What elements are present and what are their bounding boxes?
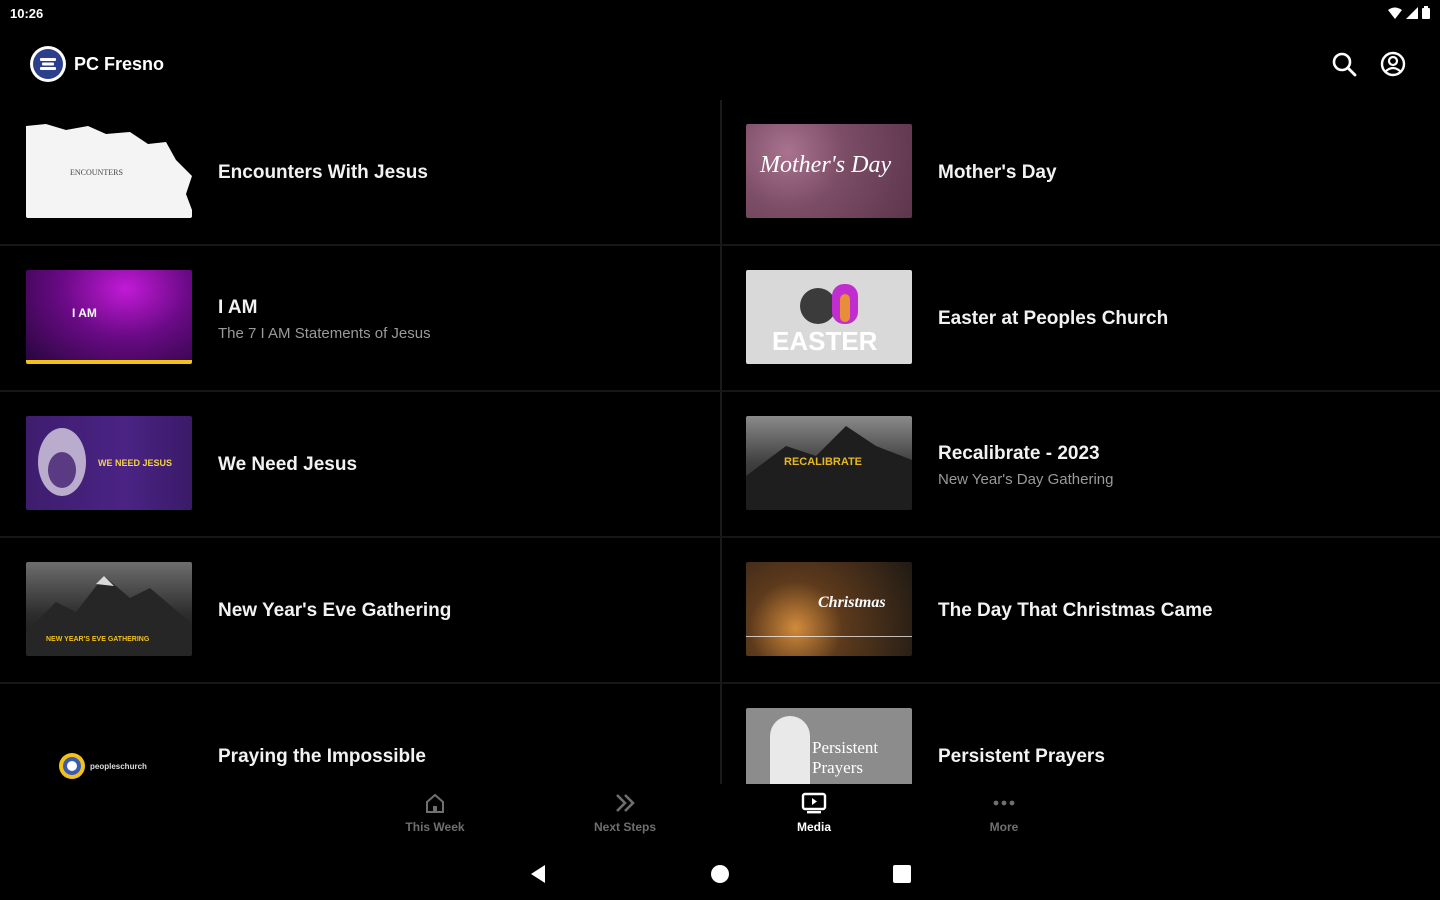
media-column-right: Mother's Day Mother's Day EASTER Easter … xyxy=(722,100,1440,784)
home-circle-icon xyxy=(711,865,729,883)
media-subtitle: New Year's Day Gathering xyxy=(938,470,1114,488)
media-item[interactable]: peopleschurch Praying the Impossible xyxy=(0,684,720,784)
media-thumbnail: Persistent Prayers xyxy=(746,708,912,784)
media-title: Encounters With Jesus xyxy=(218,162,428,183)
status-time: 10:26 xyxy=(10,6,44,21)
nav-media[interactable]: Media xyxy=(754,790,874,842)
nav-next-steps[interactable]: Next Steps xyxy=(565,790,685,842)
media-thumbnail: Mother's Day xyxy=(746,124,912,218)
account-button[interactable] xyxy=(1379,50,1407,78)
nav-label: Next Steps xyxy=(593,820,657,834)
media-thumbnail: ENCOUNTERS xyxy=(26,124,192,218)
more-dots-icon xyxy=(993,800,1015,806)
thumbnail-text: I AM xyxy=(72,306,97,320)
wifi-icon xyxy=(1388,7,1402,19)
double-chevron-icon xyxy=(616,794,635,812)
media-thumbnail: I AM xyxy=(26,270,192,364)
thumbnail-text: WE NEED JESUS xyxy=(98,458,173,468)
nav-label: Media xyxy=(796,820,831,834)
status-bar: 10:26 xyxy=(0,0,1440,28)
media-title: I AM xyxy=(218,296,258,318)
nav-label: More xyxy=(989,820,1019,834)
account-circle-icon xyxy=(1380,51,1406,77)
media-thumbnail: NEW YEAR'S EVE GATHERING xyxy=(26,562,192,656)
media-item[interactable]: NEW YEAR'S EVE GATHERING New Year's Eve … xyxy=(0,538,720,684)
media-grid: ENCOUNTERS Encounters With Jesus I AM I … xyxy=(0,100,1440,784)
media-icon xyxy=(801,792,827,814)
search-button[interactable] xyxy=(1330,50,1358,78)
app-bar: PC Fresno xyxy=(0,36,1440,92)
nav-label: This Week xyxy=(405,820,465,834)
recents-square-icon xyxy=(893,865,911,883)
media-item[interactable]: Christmas The Day That Christmas Came xyxy=(722,538,1440,684)
thumbnail-text: Christmas xyxy=(818,594,886,611)
app-title: PC Fresno xyxy=(74,54,165,74)
church-logo[interactable] xyxy=(30,46,66,82)
system-back-button[interactable] xyxy=(524,860,552,888)
media-title: Mother's Day xyxy=(938,162,1057,183)
media-title: New Year's Eve Gathering xyxy=(218,600,452,621)
thumbnail-text: RECALIBRATE xyxy=(784,456,863,468)
media-title: The Day That Christmas Came xyxy=(938,600,1213,621)
home-icon xyxy=(426,793,444,813)
media-item[interactable]: Mother's Day Mother's Day xyxy=(722,100,1440,246)
media-thumbnail: Christmas xyxy=(746,562,912,656)
thumbnail-text: NEW YEAR'S EVE GATHERING xyxy=(46,636,150,643)
media-item[interactable]: I AM I AM The 7 I AM Statements of Jesus xyxy=(0,246,720,392)
media-item[interactable]: WE NEED JESUS We Need Jesus xyxy=(0,392,720,538)
media-column-left: ENCOUNTERS Encounters With Jesus I AM I … xyxy=(0,100,720,784)
media-title: Easter at Peoples Church xyxy=(938,308,1169,329)
nav-this-week[interactable]: This Week xyxy=(375,790,495,842)
system-navigation xyxy=(0,848,1440,900)
thumbnail-text: EASTER xyxy=(772,326,878,356)
media-item[interactable]: ENCOUNTERS Encounters With Jesus xyxy=(0,100,720,246)
media-title: Recalibrate - 2023 xyxy=(938,442,1100,464)
logo-mark-icon xyxy=(40,58,56,70)
nav-more[interactable]: More xyxy=(944,790,1064,842)
status-icons xyxy=(1388,6,1430,19)
media-item[interactable]: RECALIBRATE Recalibrate - 2023 New Year'… xyxy=(722,392,1440,538)
thumbnail-text: ENCOUNTERS xyxy=(70,168,123,177)
back-triangle-icon xyxy=(531,865,545,883)
media-thumbnail: WE NEED JESUS xyxy=(26,416,192,510)
search-icon xyxy=(1332,52,1357,77)
media-item[interactable]: EASTER Easter at Peoples Church xyxy=(722,246,1440,392)
media-title: Praying the Impossible xyxy=(218,746,426,767)
thumbnail-text: Persistent Prayers xyxy=(812,738,879,777)
battery-icon xyxy=(1422,6,1430,19)
media-thumbnail: EASTER xyxy=(746,270,912,364)
media-thumbnail: peopleschurch xyxy=(26,708,192,784)
thumbnail-text: peopleschurch xyxy=(90,762,147,771)
signal-icon xyxy=(1406,6,1418,19)
media-title: We Need Jesus xyxy=(218,454,358,475)
thumbnail-text: Mother's Day xyxy=(760,152,892,178)
media-thumbnail: RECALIBRATE xyxy=(746,416,912,510)
media-item[interactable]: Persistent Prayers Persistent Prayers xyxy=(722,684,1440,784)
media-subtitle: The 7 I AM Statements of Jesus xyxy=(218,324,431,342)
bottom-navigation: This Week Next Steps Media More xyxy=(0,784,1440,844)
system-recents-button[interactable] xyxy=(888,860,916,888)
media-title: Persistent Prayers xyxy=(938,746,1105,767)
system-home-button[interactable] xyxy=(706,860,734,888)
